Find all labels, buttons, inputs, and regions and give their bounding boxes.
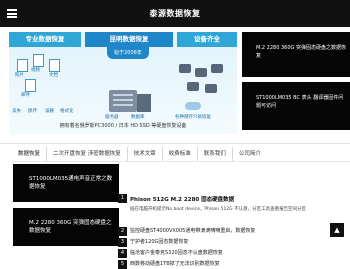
list-item-number: 4	[118, 249, 127, 258]
side-card-title: ST1000LM035 BC 表头 翻译器固件问题可访问	[256, 95, 344, 109]
banner[interactable]: 专业数据恢复 昆明数据恢复 设备齐全 始于2008年 照片 视频 文档 邮件 丢…	[9, 32, 237, 134]
list-item-number: 5	[118, 260, 127, 269]
list-item[interactable]: 3 宁护者120G固态数据恢复	[118, 238, 350, 247]
featured-number: 1	[118, 194, 127, 203]
label-server: 服务器	[105, 115, 119, 120]
tab-articles[interactable]: 技术文章	[128, 147, 163, 161]
site-title: 泰源数据恢复	[149, 9, 201, 18]
list-item-number: 3	[118, 238, 127, 247]
card-icon	[187, 82, 199, 91]
tab-about[interactable]: 公司简介	[233, 147, 267, 161]
featured-title[interactable]: Phison 512G M.2 2280 固态硬盘数据	[130, 195, 234, 203]
mail-doc-icon	[25, 79, 36, 92]
photo-doc-icon	[17, 59, 28, 72]
banner-section-2: 昆明数据恢复	[85, 32, 173, 47]
scroll-top-button[interactable]: ▲	[330, 223, 344, 237]
cloud-icon	[185, 102, 201, 110]
label-mail: 邮件	[21, 93, 30, 98]
tab-underline	[12, 161, 350, 162]
list-item-number: 2	[118, 227, 127, 236]
list-item-title: 西数移动硬盘1TB掉了无法识别数据恢复	[130, 261, 220, 267]
banner-since: 始于2008年	[107, 47, 149, 59]
article-card-1[interactable]: ST1000LM035通电声音正常之数据恢复	[13, 164, 119, 202]
list-item-title: 临沧客户金泰克S320固态不认盘数据恢复	[130, 250, 223, 256]
banner-section-3: 设备齐全	[177, 32, 237, 47]
list-item[interactable]: 5 西数移动硬盘1TB掉了无法识别数据恢复	[118, 260, 350, 269]
category-tabs: 数据恢复 二次开盘恢复 涉密数据恢复 技术文章 收费标准 联系我们 公司简介	[12, 147, 267, 161]
label-damaged: 损坏	[28, 109, 37, 114]
side-card-title: M.2 2280 360G 突弹固态硬盘之数据恢复	[256, 45, 346, 59]
video-doc-icon	[33, 54, 44, 67]
hdd-icon	[179, 64, 191, 73]
list-item[interactable]: 2 监控硬盘ST4000VX005通电带滴滴嘀嘀重启，数据恢复	[118, 227, 350, 236]
divider	[0, 143, 350, 144]
label-format: 格式化	[60, 109, 74, 114]
tab-pricing[interactable]: 收费标准	[163, 147, 198, 161]
list-item[interactable]: 4 临沧客户金泰克S320固态不认盘数据恢复	[118, 249, 350, 258]
list-item-title: 监控硬盘ST4000VX005通电带滴滴嘀嘀重启，数据恢复	[130, 228, 256, 234]
label-lost: 丢失	[12, 109, 21, 114]
label-photo: 照片	[15, 73, 24, 78]
label-storage: 各种储存介质恢复	[175, 115, 211, 120]
label-video: 视频	[31, 68, 40, 73]
label-document: 文档	[49, 73, 58, 78]
tab-reopen-classified[interactable]: 二次开盘恢复 涉密数据恢复	[47, 147, 128, 161]
file-doc-icon	[49, 59, 60, 72]
server-icon	[109, 90, 137, 112]
featured-description: 插在电脑开机提示No boot device，Phison 512G 不认盘，分…	[130, 207, 307, 212]
database-icon	[137, 94, 151, 112]
side-card-1[interactable]: M.2 2280 360G 突弹固态硬盘之数据恢复	[242, 32, 350, 77]
banner-section-1: 专业数据恢复	[9, 32, 81, 47]
banner-footer: 拥有着名俄罗斯PC3000 / 日本 HD SSD 等硬盘恢复设备	[59, 123, 187, 129]
tab-contact[interactable]: 联系我们	[198, 147, 233, 161]
label-database: 数据库	[131, 115, 145, 120]
side-card-2[interactable]: ST1000LM035 BC 表头 翻译器固件问题可访问	[242, 82, 350, 130]
ssd-icon	[195, 68, 207, 77]
usb-icon	[211, 64, 223, 73]
list-item-title: 宁护者120G固态数据恢复	[130, 239, 189, 245]
raid-icon	[205, 84, 217, 93]
tab-data-recovery[interactable]: 数据恢复	[12, 147, 48, 161]
label-deleted: 误删	[45, 109, 54, 114]
article-card-title: M.2 2280 360G 突弹固态硬盘之数据恢复	[29, 220, 112, 234]
article-card-2[interactable]: M.2 2280 360G 突弹固态硬盘之数据恢复	[13, 208, 119, 246]
article-card-title: ST1000LM035通电声音正常之数据恢复	[29, 176, 113, 190]
top-bar: 泰源数据恢复	[0, 0, 350, 27]
